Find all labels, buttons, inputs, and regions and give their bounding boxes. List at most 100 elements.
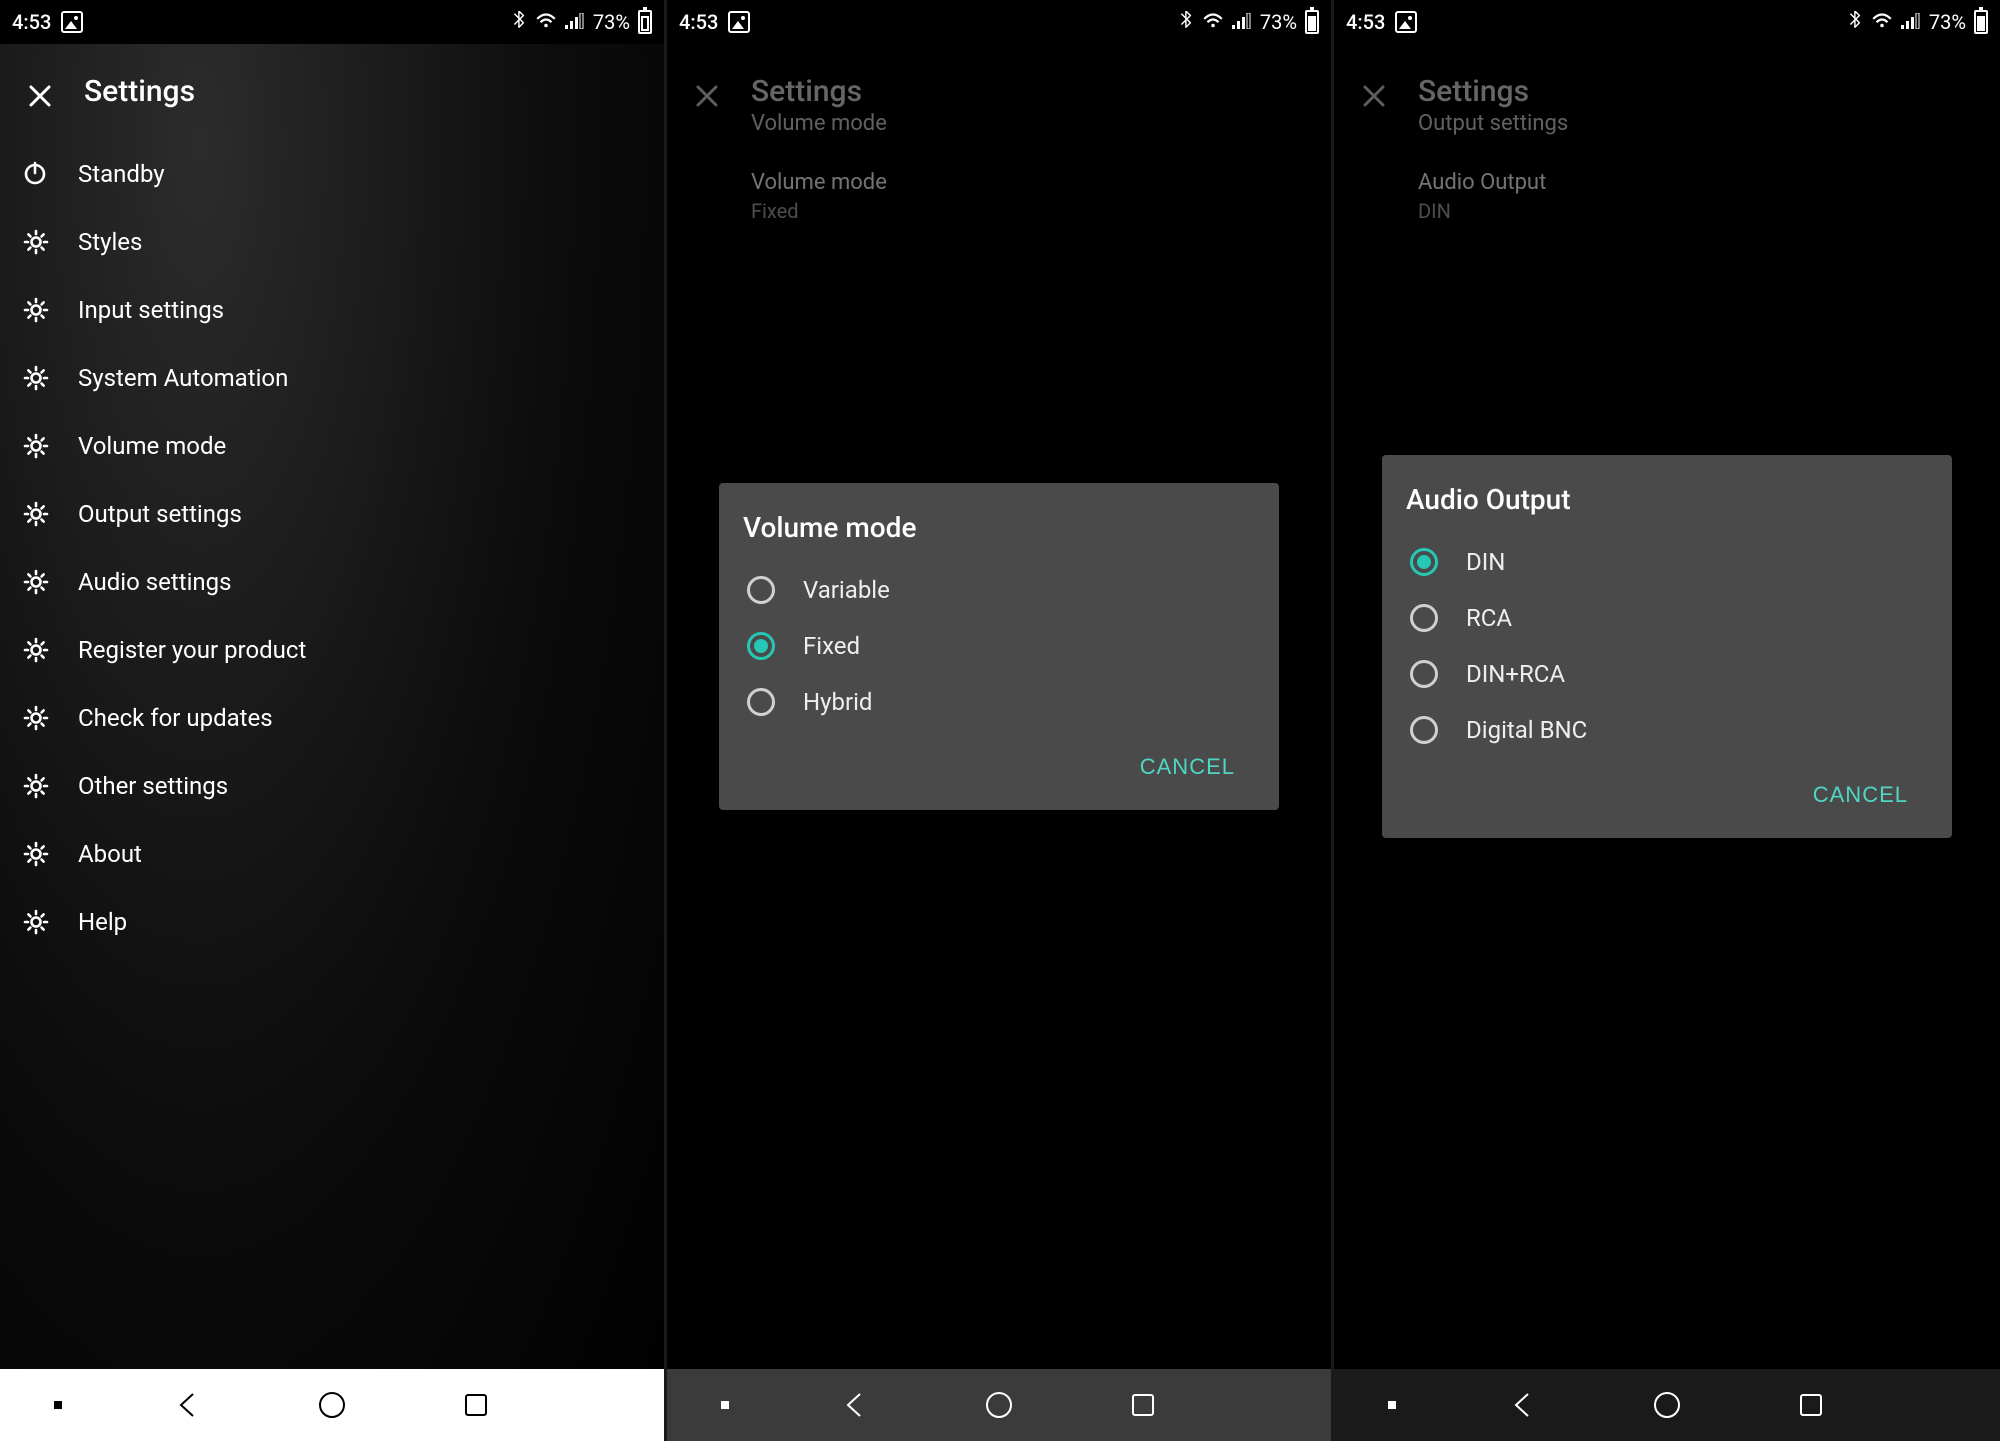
nav-back-button[interactable] [1505,1387,1541,1423]
nav-recent-button[interactable] [458,1387,494,1423]
settings-item-label: Audio settings [78,568,232,596]
page-subtitle: Volume mode [751,111,887,136]
settings-item-label: Output settings [78,500,242,528]
header: Settings [0,44,664,140]
status-clock: 4:53 [12,10,51,34]
settings-item-check-updates[interactable]: Check for updates [0,684,664,752]
option-label: DIN [1466,548,1505,576]
body: Volume mode Variable Fixed Hybrid [667,243,1331,1369]
option-rca[interactable]: RCA [1406,590,1928,646]
screen-output-settings: 4:53 73% Settings Output settings Audio … [1334,0,2000,1441]
status-clock: 4:53 [679,10,718,34]
header: Settings Volume mode [667,44,1331,160]
option-variable[interactable]: Variable [743,562,1255,618]
nav-home-button[interactable] [314,1387,350,1423]
pref-volume-mode[interactable]: Volume mode Fixed [667,160,1331,243]
close-button[interactable] [20,76,60,116]
option-din[interactable]: DIN [1406,534,1928,590]
header: Settings Output settings [1334,44,2000,160]
radio-icon [1410,604,1438,632]
option-fixed[interactable]: Fixed [743,618,1255,674]
screen-volume-mode: 4:53 73% Settings Volume mode Volume mod… [667,0,1331,1441]
gear-icon [20,226,52,258]
page-subtitle: Output settings [1418,111,1568,136]
body: Audio Output DIN RCA DIN+RCA [1334,243,2000,1369]
settings-item-input-settings[interactable]: Input settings [0,276,664,344]
settings-item-styles[interactable]: Styles [0,208,664,276]
settings-item-register-product[interactable]: Register your product [0,616,664,684]
signal-icon [1901,10,1921,34]
settings-item-label: Other settings [78,772,228,800]
nav-home-button[interactable] [981,1387,1017,1423]
gear-icon [20,294,52,326]
radio-icon [1410,660,1438,688]
settings-item-label: About [78,840,142,868]
option-label: Variable [803,576,890,604]
settings-item-other-settings[interactable]: Other settings [0,752,664,820]
settings-item-label: Check for updates [78,704,273,732]
radio-icon [1410,716,1438,744]
nav-recent-button[interactable] [1793,1387,1829,1423]
notification-image-icon [61,11,83,33]
option-label: Fixed [803,632,860,660]
nav-drawer-dot[interactable] [1388,1401,1396,1409]
gear-icon [20,430,52,462]
settings-item-label: System Automation [78,364,288,392]
gear-icon [20,362,52,394]
dialog-overlay[interactable]: Audio Output DIN RCA DIN+RCA [1334,243,2000,1369]
page-title: Settings [751,74,887,109]
settings-item-about[interactable]: About [0,820,664,888]
gear-icon [20,566,52,598]
pref-audio-output[interactable]: Audio Output DIN [1334,160,2000,243]
nav-drawer-dot[interactable] [54,1401,62,1409]
cancel-button[interactable]: CANCEL [1128,744,1247,790]
settings-item-help[interactable]: Help [0,888,664,956]
close-button[interactable] [1354,76,1394,116]
option-din-rca[interactable]: DIN+RCA [1406,646,1928,702]
nav-recent-button[interactable] [1125,1387,1161,1423]
battery-percent: 73% [1260,10,1297,34]
option-label: RCA [1466,604,1512,632]
settings-item-audio-settings[interactable]: Audio settings [0,548,664,616]
nav-home-button[interactable] [1649,1387,1685,1423]
settings-item-system-automation[interactable]: System Automation [0,344,664,412]
gear-icon [20,702,52,734]
nav-back-button[interactable] [170,1387,206,1423]
settings-item-label: Styles [78,228,142,256]
battery-percent: 73% [593,10,630,34]
page-title: Settings [1418,74,1568,109]
dialog-overlay[interactable]: Volume mode Variable Fixed Hybrid [667,243,1331,1369]
wifi-icon [1202,10,1224,34]
settings-item-output-settings[interactable]: Output settings [0,480,664,548]
settings-list: Standby Styles Input settings System Aut… [0,140,664,956]
nav-drawer-dot[interactable] [721,1401,729,1409]
gear-icon [20,906,52,938]
settings-body: Standby Styles Input settings System Aut… [0,140,664,1369]
power-icon [20,158,52,190]
battery-icon [638,10,652,34]
dialog-title: Volume mode [743,511,1255,544]
radio-icon [747,576,775,604]
volume-mode-dialog: Volume mode Variable Fixed Hybrid [719,483,1279,810]
gear-icon [20,770,52,802]
dialog-title: Audio Output [1406,483,1928,516]
pref-title: Audio Output [1418,170,1916,195]
battery-icon [1305,10,1319,34]
settings-item-label: Input settings [78,296,224,324]
pref-value: DIN [1418,199,1916,223]
bluetooth-icon [509,10,527,34]
option-label: Hybrid [803,688,872,716]
option-digital-bnc[interactable]: Digital BNC [1406,702,1928,758]
radio-icon [747,688,775,716]
cancel-button[interactable]: CANCEL [1801,772,1920,818]
nav-back-button[interactable] [837,1387,873,1423]
signal-icon [565,10,585,34]
wifi-icon [1871,10,1893,34]
settings-item-label: Standby [78,160,165,188]
settings-item-volume-mode[interactable]: Volume mode [0,412,664,480]
settings-item-standby[interactable]: Standby [0,140,664,208]
radio-icon [1410,548,1438,576]
close-button[interactable] [687,76,727,116]
option-hybrid[interactable]: Hybrid [743,674,1255,730]
screen-settings-list: 4:53 73% Settings Standby [0,0,664,1441]
